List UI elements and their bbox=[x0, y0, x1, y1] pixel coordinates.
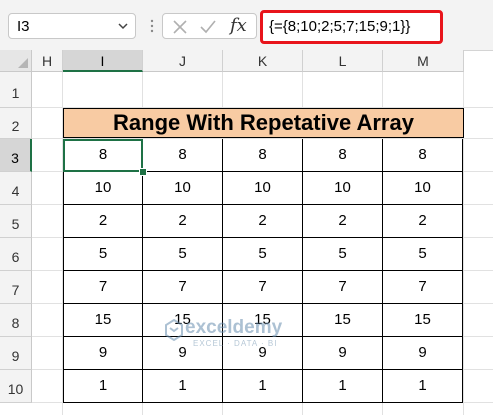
column-header-k[interactable]: K bbox=[223, 50, 303, 72]
name-box[interactable]: I3 bbox=[8, 13, 136, 39]
row-header-10[interactable]: 10 bbox=[0, 370, 32, 403]
table-cell[interactable]: 2 bbox=[223, 205, 303, 238]
table-cell[interactable]: 2 bbox=[143, 205, 223, 238]
table-cell[interactable]: 1 bbox=[143, 370, 223, 403]
table-cell[interactable]: 9 bbox=[63, 337, 143, 370]
table-cell[interactable]: 8 bbox=[143, 139, 223, 172]
cancel-icon[interactable] bbox=[171, 18, 189, 36]
table-cell[interactable]: 10 bbox=[143, 172, 223, 205]
table-cell[interactable]: 9 bbox=[223, 337, 303, 370]
table-cell[interactable]: 2 bbox=[63, 205, 143, 238]
chevron-down-icon[interactable] bbox=[117, 20, 129, 32]
table-cell[interactable]: 2 bbox=[303, 205, 383, 238]
row-header-5[interactable]: 5 bbox=[0, 205, 32, 238]
column-header-j[interactable]: J bbox=[143, 50, 223, 72]
table-cell[interactable]: 15 bbox=[303, 304, 383, 337]
row-header-8[interactable]: 8 bbox=[0, 304, 32, 337]
table-cell[interactable]: 1 bbox=[63, 370, 143, 403]
table-cell[interactable]: 7 bbox=[383, 271, 463, 304]
formula-controls: fx bbox=[162, 13, 257, 39]
row-header-3[interactable]: 3 bbox=[0, 139, 32, 172]
table-cell[interactable]: 1 bbox=[223, 370, 303, 403]
row-header-4[interactable]: 4 bbox=[0, 172, 32, 205]
table-cell[interactable]: 9 bbox=[303, 337, 383, 370]
table-cell[interactable]: 9 bbox=[143, 337, 223, 370]
table-cell[interactable]: 5 bbox=[143, 238, 223, 271]
table-cell[interactable]: 1 bbox=[303, 370, 383, 403]
row-header-7[interactable]: 7 bbox=[0, 271, 32, 304]
table-cell[interactable]: 7 bbox=[143, 271, 223, 304]
table-cell[interactable]: 15 bbox=[143, 304, 223, 337]
name-box-value: I3 bbox=[17, 18, 30, 35]
column-header-h[interactable]: H bbox=[32, 50, 63, 72]
row-header-1[interactable]: 1 bbox=[0, 72, 32, 108]
table-cell[interactable]: 10 bbox=[63, 172, 143, 205]
table-cell[interactable]: 7 bbox=[303, 271, 383, 304]
column-header-l[interactable]: L bbox=[303, 50, 383, 72]
spreadsheet-grid[interactable]: HIJKLM 1 2 3 4 5 6 7 8 9 10 Range With Repetative… bbox=[0, 50, 493, 415]
table-cell[interactable]: 5 bbox=[383, 238, 463, 271]
table-cell[interactable]: 9 bbox=[383, 337, 463, 370]
table-cell[interactable]: 2 bbox=[383, 205, 463, 238]
formula-text: {={8;10;2;5;7;15;9;1}} bbox=[269, 18, 411, 35]
table-cell[interactable]: 8 bbox=[303, 139, 383, 172]
table-cell[interactable]: 10 bbox=[383, 172, 463, 205]
resize-handle-icon[interactable] bbox=[148, 13, 156, 39]
enter-check-icon[interactable] bbox=[199, 18, 217, 36]
table-cell[interactable]: 5 bbox=[63, 238, 143, 271]
row-header-9[interactable]: 9 bbox=[0, 337, 32, 370]
row-header-6[interactable]: 6 bbox=[0, 238, 32, 271]
table-cell[interactable]: 7 bbox=[223, 271, 303, 304]
select-all-triangle-icon bbox=[18, 58, 28, 68]
column-header-m[interactable]: M bbox=[383, 50, 464, 72]
table-cell[interactable]: 10 bbox=[223, 172, 303, 205]
column-header-i[interactable]: I bbox=[63, 50, 143, 72]
table-title[interactable]: Range With Repetative Array bbox=[63, 108, 464, 138]
row-header-2[interactable]: 2 bbox=[0, 108, 32, 139]
table-cell[interactable]: 15 bbox=[383, 304, 463, 337]
table-cell[interactable]: 10 bbox=[303, 172, 383, 205]
fill-handle[interactable] bbox=[139, 168, 147, 176]
table-cell[interactable]: 8 bbox=[223, 139, 303, 172]
table-cell[interactable]: 8 bbox=[383, 139, 463, 172]
select-all-button[interactable] bbox=[0, 50, 32, 72]
table-cell[interactable]: 8 bbox=[63, 139, 143, 172]
table-cell[interactable]: 15 bbox=[223, 304, 303, 337]
function-icon[interactable]: fx bbox=[230, 15, 247, 36]
table-cell[interactable]: 1 bbox=[383, 370, 463, 403]
table-cell[interactable]: 7 bbox=[63, 271, 143, 304]
table-cell[interactable]: 5 bbox=[303, 238, 383, 271]
formula-bar: I3 fx {={8;10;2;5;7;15;9;1}} bbox=[0, 0, 493, 51]
formula-input[interactable]: {={8;10;2;5;7;15;9;1}} bbox=[260, 10, 443, 44]
table-cell[interactable]: 5 bbox=[223, 238, 303, 271]
table-cell[interactable]: 15 bbox=[63, 304, 143, 337]
